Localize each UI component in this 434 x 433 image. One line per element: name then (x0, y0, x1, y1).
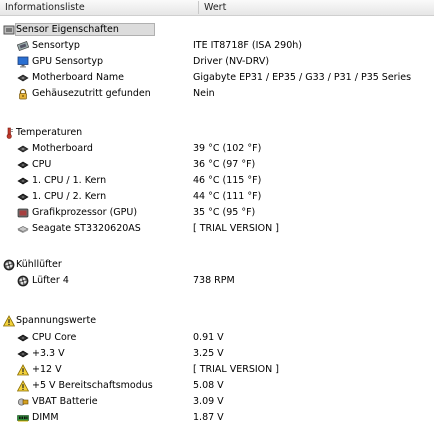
item-label: Motherboard (32, 143, 93, 154)
group-title: Spannungswerte (16, 315, 97, 326)
memory-icon (17, 412, 29, 424)
item-label: +12 V (32, 364, 62, 375)
item-value: Gigabyte EP31 / EP35 / G33 / P31 / P35 S… (193, 72, 412, 83)
item-label: GPU Sensortyp (32, 56, 104, 67)
motherboard-icon (17, 72, 29, 84)
warning-icon (2, 315, 16, 327)
cpu-icon (17, 332, 29, 344)
cpu-icon (17, 191, 29, 203)
item-value: ITE IT8718F (ISA 290h) (193, 40, 302, 51)
item-label: 1. CPU / 1. Kern (32, 175, 107, 186)
item-label: CPU Core (32, 332, 77, 343)
item-label: Lüfter 4 (32, 275, 69, 286)
cpu-icon (17, 159, 29, 171)
cpu-icon (17, 348, 29, 360)
list-item[interactable]: Lüfter 4 738 RPM (0, 273, 434, 289)
list-item[interactable]: DIMM 1.87 V (0, 410, 434, 426)
item-value: [ TRIAL VERSION ] (193, 364, 279, 375)
warning-icon (16, 364, 30, 376)
list-item[interactable]: CPU 36 °C (97 °F) (0, 157, 434, 173)
group-title: Kühllüfter (16, 259, 62, 270)
warning-icon (16, 380, 30, 392)
list-item[interactable]: +3.3 V 3.25 V (0, 346, 434, 362)
list-item[interactable]: GPU Sensortyp Driver (NV-DRV) (0, 54, 434, 70)
thermometer-icon (3, 127, 15, 139)
group-row-3[interactable]: Kühllüfter (0, 257, 434, 273)
battery-icon (17, 396, 29, 408)
list-item[interactable]: +5 V Bereitschaftsmodus 5.08 V (0, 378, 434, 394)
sensor-icon (16, 40, 30, 52)
lock-icon (17, 88, 29, 100)
item-value: Driver (NV-DRV) (193, 56, 270, 67)
item-value: 738 RPM (193, 275, 235, 286)
item-value: 39 °C (102 °F) (193, 143, 262, 154)
column-header-wert[interactable]: Wert (199, 0, 434, 15)
item-value: 46 °C (115 °F) (193, 175, 262, 186)
fan-icon (17, 275, 29, 287)
fan-icon (3, 259, 15, 271)
list-item[interactable]: Grafikprozessor (GPU) 35 °C (95 °F) (0, 205, 434, 221)
group-title: Temperaturen (16, 127, 83, 138)
item-value: Nein (193, 88, 215, 99)
list-item[interactable]: +12 V [ TRIAL VERSION ] (0, 362, 434, 378)
item-label: Sensortyp (32, 40, 80, 51)
list-item[interactable]: CPU Core 0.91 V (0, 330, 434, 346)
list-item[interactable]: Sensortyp ITE IT8718F (ISA 290h) (0, 38, 434, 54)
list-header: Informationsliste Wert (0, 0, 434, 16)
item-value: 44 °C (111 °F) (193, 191, 262, 202)
item-value: 3.09 V (193, 396, 224, 407)
motherboard-icon (17, 143, 29, 155)
list-item[interactable]: Gehäusezutritt gefunden Nein (0, 86, 434, 102)
item-value: 36 °C (97 °F) (193, 159, 256, 170)
item-label: +3.3 V (32, 348, 65, 359)
group-row-4[interactable]: Spannungswerte (0, 313, 434, 329)
harddisk-icon (17, 223, 29, 235)
group-row-2[interactable]: Temperaturen (0, 125, 434, 141)
list-item[interactable]: Seagate ST3320620AS [ TRIAL VERSION ] (0, 221, 434, 237)
item-label: DIMM (32, 412, 59, 423)
monitor-icon (17, 56, 29, 68)
list-item[interactable]: 1. CPU / 2. Kern 44 °C (111 °F) (0, 189, 434, 205)
group-title: Sensor Eigenschaften (16, 24, 119, 35)
item-value: 3.25 V (193, 348, 224, 359)
item-value: [ TRIAL VERSION ] (193, 223, 279, 234)
group-row-1[interactable]: Sensor Eigenschaften (0, 22, 434, 38)
item-label: +5 V Bereitschaftsmodus (32, 380, 153, 391)
item-label: Gehäusezutritt gefunden (32, 88, 151, 99)
item-value: 35 °C (95 °F) (193, 207, 256, 218)
item-value: 5.08 V (193, 380, 224, 391)
chip-icon (3, 24, 15, 36)
list-item[interactable]: 1. CPU / 1. Kern 46 °C (115 °F) (0, 173, 434, 189)
item-value: 1.87 V (193, 412, 224, 423)
item-value: 0.91 V (193, 332, 224, 343)
item-label: Motherboard Name (32, 72, 124, 83)
gpu-icon (17, 207, 29, 219)
list-item[interactable]: Motherboard Name Gigabyte EP31 / EP35 / G… (0, 70, 434, 86)
item-label: VBAT Batterie (32, 396, 98, 407)
column-header-informationsliste[interactable]: Informationsliste (0, 0, 198, 15)
item-label: Seagate ST3320620AS (32, 223, 141, 234)
cpu-icon (17, 175, 29, 187)
list-item[interactable]: Motherboard 39 °C (102 °F) (0, 141, 434, 157)
item-label: 1. CPU / 2. Kern (32, 191, 107, 202)
list-item[interactable]: VBAT Batterie 3.09 V (0, 394, 434, 410)
item-label: CPU (32, 159, 52, 170)
item-label: Grafikprozessor (GPU) (32, 207, 138, 218)
